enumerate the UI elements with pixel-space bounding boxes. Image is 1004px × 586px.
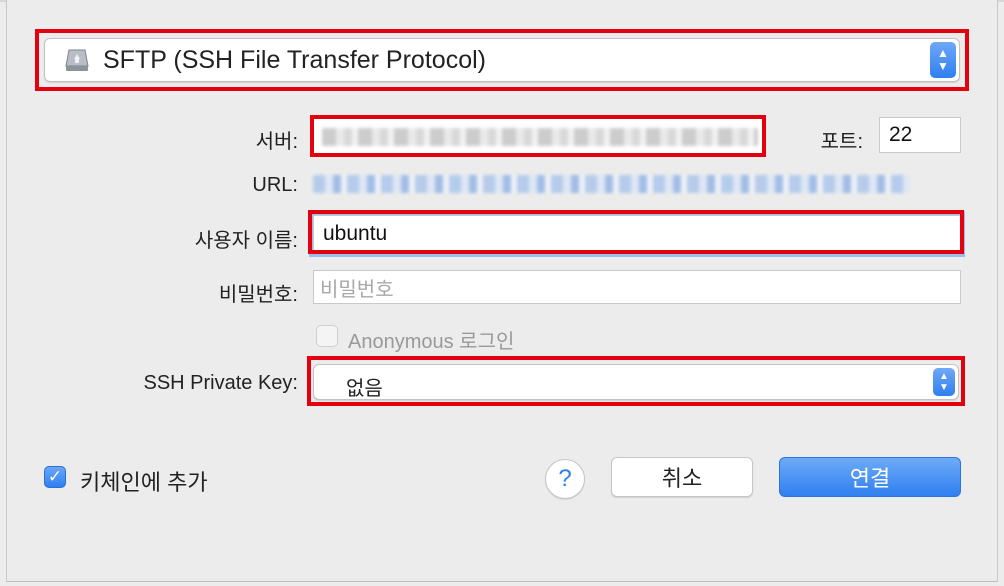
anonymous-label: Anonymous 로그인: [348, 331, 515, 353]
keychain-label: 키체인에 추가: [80, 470, 208, 495]
server-label: 서버:: [255, 131, 298, 153]
cancel-button[interactable]: 취소: [611, 457, 753, 497]
ssh-key-label: SSH Private Key:: [143, 372, 298, 394]
highlight-ssh-key: [307, 356, 965, 406]
url-value-redacted: [313, 175, 909, 193]
port-label: 포트:: [820, 131, 863, 153]
username-label: 사용자 이름:: [194, 230, 298, 252]
password-label: 비밀번호:: [218, 284, 298, 306]
highlight-server: [310, 115, 766, 157]
connect-button[interactable]: 연결: [779, 457, 961, 497]
url-label: URL:: [252, 174, 298, 196]
highlight-protocol: [35, 29, 969, 91]
password-field[interactable]: 비밀번호: [313, 270, 961, 304]
highlight-username: [308, 210, 964, 254]
anonymous-checkbox[interactable]: [316, 325, 338, 347]
keychain-checkbox[interactable]: ✓: [44, 466, 66, 488]
port-field[interactable]: 22: [879, 117, 961, 153]
help-button[interactable]: ?: [545, 459, 585, 499]
